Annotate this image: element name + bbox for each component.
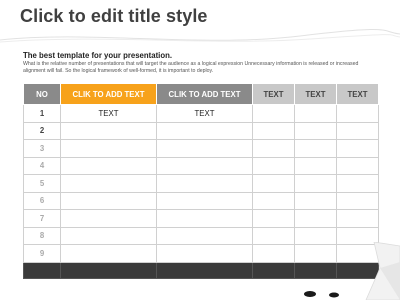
table-cell[interactable]: TEXT bbox=[60, 104, 157, 123]
table-cell[interactable] bbox=[294, 174, 337, 193]
table-cell[interactable] bbox=[60, 226, 157, 245]
table-cell[interactable] bbox=[60, 244, 157, 263]
table-cell[interactable] bbox=[156, 174, 253, 193]
header-cell-1[interactable]: CLIK TO ADD TEXT bbox=[60, 83, 157, 105]
table-cell[interactable] bbox=[252, 226, 295, 245]
table-cell[interactable] bbox=[252, 191, 295, 210]
table-cell[interactable] bbox=[336, 191, 379, 210]
table-cell[interactable] bbox=[252, 121, 295, 140]
table-cell[interactable] bbox=[252, 209, 295, 228]
paper-figure-illustration bbox=[304, 242, 400, 300]
row-number[interactable]: 9 bbox=[23, 244, 61, 263]
row-number[interactable]: 4 bbox=[23, 156, 61, 175]
table-cell[interactable] bbox=[294, 209, 337, 228]
row-number[interactable]: 7 bbox=[23, 209, 61, 228]
table-cell[interactable] bbox=[294, 121, 337, 140]
footer-cell bbox=[252, 261, 295, 279]
decorative-swoosh bbox=[0, 29, 400, 43]
row-number[interactable]: 6 bbox=[23, 191, 61, 210]
row-number[interactable]: 1 bbox=[23, 104, 61, 123]
table-cell[interactable] bbox=[252, 156, 295, 175]
table-cell[interactable] bbox=[156, 226, 253, 245]
table-cell[interactable] bbox=[336, 104, 379, 123]
table-cell[interactable] bbox=[336, 174, 379, 193]
row-number[interactable]: 3 bbox=[23, 139, 61, 158]
table-cell[interactable] bbox=[60, 121, 157, 140]
table-cell[interactable]: TEXT bbox=[156, 104, 253, 123]
table-cell[interactable] bbox=[252, 174, 295, 193]
table-cell[interactable] bbox=[60, 139, 157, 158]
table-cell[interactable] bbox=[252, 139, 295, 158]
table-row: 4 bbox=[23, 156, 379, 175]
table-cell[interactable] bbox=[336, 156, 379, 175]
table-cell[interactable] bbox=[156, 191, 253, 210]
table-cell[interactable] bbox=[252, 104, 295, 123]
header-cell-2[interactable]: CLIK TO ADD TEXT bbox=[156, 83, 253, 105]
table-cell[interactable] bbox=[252, 244, 295, 263]
table-cell[interactable] bbox=[294, 191, 337, 210]
table-cell[interactable] bbox=[294, 156, 337, 175]
table-cell[interactable] bbox=[336, 209, 379, 228]
table-row: 3 bbox=[23, 139, 379, 158]
row-number[interactable]: 5 bbox=[23, 174, 61, 193]
row-number[interactable]: 2 bbox=[23, 121, 61, 140]
slide: Click to edit title style The best templ… bbox=[0, 0, 400, 300]
table-cell[interactable] bbox=[60, 174, 157, 193]
footer-cell bbox=[23, 261, 61, 279]
table-cell[interactable] bbox=[156, 156, 253, 175]
table-cell[interactable] bbox=[336, 121, 379, 140]
slide-title[interactable]: Click to edit title style bbox=[20, 6, 208, 27]
table-row: 1 TEXT TEXT bbox=[23, 104, 379, 123]
header-cell-5[interactable]: TEXT bbox=[336, 83, 379, 105]
header-cell-4[interactable]: TEXT bbox=[294, 83, 337, 105]
slide-subtitle[interactable]: The best template for your presentation. bbox=[23, 51, 172, 60]
footer-cell bbox=[156, 261, 253, 279]
table-cell[interactable] bbox=[60, 191, 157, 210]
table-cell[interactable] bbox=[156, 244, 253, 263]
table-cell[interactable] bbox=[156, 209, 253, 228]
row-number[interactable]: 8 bbox=[23, 226, 61, 245]
table-cell[interactable] bbox=[336, 139, 379, 158]
table-cell[interactable] bbox=[156, 139, 253, 158]
header-cell-no[interactable]: NO bbox=[23, 83, 61, 105]
table-row: 7 bbox=[23, 209, 379, 228]
table-header-row: NO CLIK TO ADD TEXT CLIK TO ADD TEXT TEX… bbox=[23, 83, 379, 105]
footer-cell bbox=[60, 261, 157, 279]
table-row: 5 bbox=[23, 174, 379, 193]
table-cell[interactable] bbox=[60, 156, 157, 175]
table-row: 2 bbox=[23, 121, 379, 140]
slide-description[interactable]: What is the relative number of presentat… bbox=[23, 61, 373, 74]
table-cell[interactable] bbox=[156, 121, 253, 140]
table-cell[interactable] bbox=[60, 209, 157, 228]
header-cell-3[interactable]: TEXT bbox=[252, 83, 295, 105]
table-row: 6 bbox=[23, 191, 379, 210]
table-cell[interactable] bbox=[294, 104, 337, 123]
table-cell[interactable] bbox=[294, 139, 337, 158]
